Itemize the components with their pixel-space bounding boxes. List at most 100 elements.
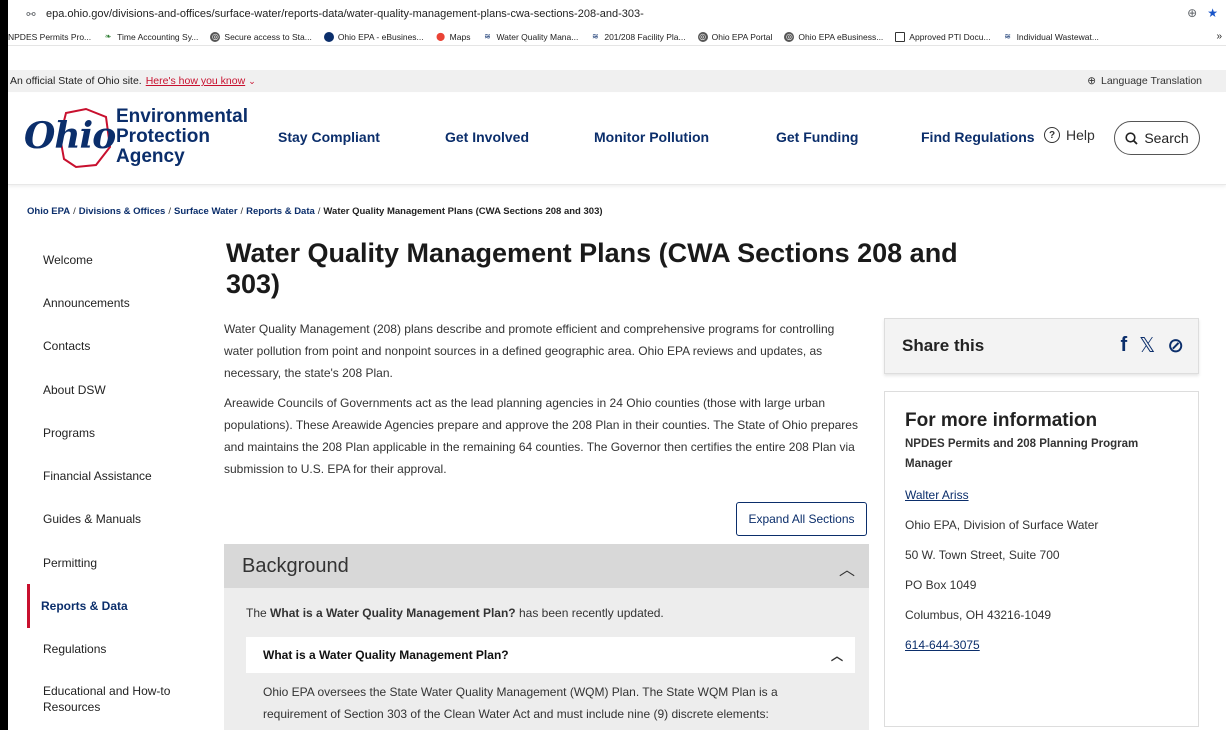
bookmark-label: Ohio EPA - eBusines... (337, 31, 424, 42)
facebook-icon[interactable]: f (1120, 334, 1127, 357)
globe-icon: ◎ (697, 31, 708, 42)
accordion-title: Background (242, 554, 349, 577)
share-icons: f 𝕏 ⊘ (1120, 333, 1184, 358)
url-text[interactable]: epa.ohio.gov/divisions-and-offices/surfa… (46, 8, 644, 20)
x-twitter-icon[interactable]: 𝕏 (1139, 333, 1155, 358)
bookmark-label: Ohio EPA Portal (711, 31, 773, 42)
chevron-down-icon[interactable]: ⌄ (248, 76, 256, 87)
sidebar-item-permitting[interactable]: Permitting (27, 541, 207, 584)
bookmark-item[interactable]: NPDES Permits Pro... (8, 32, 91, 42)
search-button[interactable]: Search (1114, 121, 1200, 155)
expand-all-sections-button[interactable]: Expand All Sections (736, 502, 867, 536)
logo-wordmark: Environmental Protection Agency (116, 107, 248, 167)
breadcrumb-current: Water Quality Management Plans (CWA Sect… (323, 206, 603, 217)
note-prefix: The (246, 606, 267, 620)
sub-accordion-what-is-wqm: What is a Water Quality Management Plan?… (246, 637, 855, 730)
breadcrumb-link[interactable]: Ohio EPA (27, 206, 70, 217)
breadcrumb: Ohio EPA / Divisions & Offices / Surface W… (27, 206, 603, 217)
how-you-know-link[interactable]: Here's how you know (146, 75, 245, 87)
official-site-banner: An official State of Ohio site. Here's h… (8, 70, 1226, 92)
bookmark-label: 201/208 Facility Pla... (604, 31, 686, 42)
breadcrumb-separator: / (317, 206, 321, 217)
sub-accordion-body: Ohio EPA oversees the State Water Qualit… (246, 673, 855, 730)
intro-paragraph: Areawide Councils of Governments act as … (224, 396, 858, 476)
more-bookmarks-button[interactable]: » (1216, 31, 1222, 42)
background-accordion: Background ︿ The What is a Water Quality… (224, 544, 869, 730)
document-icon (895, 31, 906, 42)
bookmark-label: NPDES Permits Pro... (8, 31, 92, 42)
chevron-up-icon[interactable]: ︿ (831, 647, 843, 664)
language-translation-button[interactable]: ⊕ Language Translation (1087, 75, 1202, 87)
help-button[interactable]: ? Help (1044, 127, 1095, 143)
nav-find-regulations[interactable]: Find Regulations (921, 129, 1035, 145)
bookmark-item[interactable]: ≋ 201/208 Facility Pla... (590, 31, 686, 42)
bookmark-label: Water Quality Mana... (496, 31, 579, 42)
bookmark-label: Individual Wastewat... (1016, 31, 1099, 42)
water-icon: ≋ (484, 31, 491, 41)
nav-get-funding[interactable]: Get Funding (776, 129, 858, 145)
map-pin-icon: ⬤ (436, 31, 446, 41)
bookmark-item[interactable]: ≋ Individual Wastewat... (1003, 32, 1099, 42)
link-icon[interactable]: ⊘ (1167, 333, 1184, 358)
bookmark-item[interactable]: Ohio EPA - eBusines... (323, 31, 424, 42)
intro-text: Water Quality Management (208) plans des… (224, 318, 864, 488)
share-panel: Share this f 𝕏 ⊘ (884, 318, 1199, 374)
breadcrumb-link[interactable]: Reports & Data (246, 206, 315, 217)
sidebar-item-contacts[interactable]: Contacts (27, 325, 207, 368)
bookmark-label: Approved PTI Docu... (909, 31, 991, 42)
bookmark-label: Secure access to Sta... (224, 31, 312, 42)
chevron-up-icon[interactable]: ︿ (839, 556, 855, 580)
breadcrumb-separator: / (73, 206, 76, 217)
sidebar-item-reports-data[interactable]: Reports & Data (27, 584, 207, 628)
info-subtitle: NPDES Permits and 208 Planning Program M… (905, 438, 1139, 470)
intro-paragraph: Water Quality Management (208) plans des… (224, 322, 835, 380)
sub-accordion-title: What is a Water Quality Management Plan? (263, 648, 509, 662)
sidebar-item-educational-resources[interactable]: Educational and How-to Resources (27, 671, 207, 726)
bookmark-item[interactable]: ❧ Time Accounting Sy... (103, 31, 199, 42)
water-icon: ≋ (1004, 31, 1011, 41)
sidebar-item-programs[interactable]: Programs (27, 411, 207, 454)
contact-name-link[interactable]: Walter Ariss (905, 486, 1178, 504)
globe-icon: ◎ (210, 31, 221, 42)
bookmark-label: Time Accounting Sy... (117, 31, 199, 42)
sidebar-item-welcome[interactable]: Welcome (27, 238, 207, 281)
breadcrumb-separator: / (168, 206, 171, 217)
globe-icon: ◎ (784, 31, 795, 42)
breadcrumb-link[interactable]: Divisions & Offices (79, 206, 166, 217)
language-translation-label: Language Translation (1101, 75, 1202, 87)
bookmark-item[interactable]: ◎ Secure access to Sta... (210, 31, 312, 42)
sidebar-item-about-dsw[interactable]: About DSW (27, 368, 207, 411)
info-title: For more information (905, 410, 1098, 431)
nav-stay-compliant[interactable]: Stay Compliant (278, 129, 380, 145)
help-label: Help (1066, 127, 1095, 143)
globe-icon: ⊕ (1087, 75, 1096, 87)
bookmark-item[interactable]: Approved PTI Docu... (895, 31, 991, 42)
sidebar-item-announcements[interactable]: Announcements (27, 281, 207, 324)
bookmark-star-icon[interactable]: ★ (1207, 6, 1218, 20)
contact-city: Columbus, OH 43216-1049 (905, 608, 1052, 622)
breadcrumb-link[interactable]: Surface Water (174, 206, 238, 217)
bookmark-item[interactable]: ≋ Water Quality Mana... (482, 32, 578, 42)
bookmark-item[interactable]: ◎ Ohio EPA eBusiness... (784, 31, 883, 42)
site-info-icon[interactable]: ⚯ (24, 7, 38, 21)
ohio-epa-logo[interactable]: Ohio Environmental Protection Agency (24, 107, 254, 169)
sidebar-item-regulations[interactable]: Regulations (27, 628, 207, 671)
water-icon: ≋ (591, 31, 599, 41)
bookmark-item[interactable]: ⬤ Maps (436, 31, 471, 42)
sub-accordion-header[interactable]: What is a Water Quality Management Plan?… (246, 637, 855, 673)
nav-monitor-pollution[interactable]: Monitor Pollution (594, 129, 709, 145)
page-title: Water Quality Management Plans (CWA Sect… (226, 238, 958, 299)
nav-get-involved[interactable]: Get Involved (445, 129, 529, 145)
breadcrumb-separator: / (240, 206, 244, 217)
accordion-header-background[interactable]: Background ︿ (224, 544, 869, 588)
address-bar[interactable]: ⚯ epa.ohio.gov/divisions-and-offices/sur… (8, 0, 1226, 28)
contact-phone-link[interactable]: 614-644-3075 (905, 636, 1178, 654)
search-icon (1125, 131, 1138, 145)
logo-line: Protection (116, 126, 210, 147)
sidebar-item-financial-assistance[interactable]: Financial Assistance (27, 454, 207, 497)
sidebar-item-guides-manuals[interactable]: Guides & Manuals (27, 498, 207, 541)
bookmark-label: Maps (449, 31, 471, 42)
zoom-icon[interactable]: ⊕ (1187, 6, 1197, 20)
bookmark-item[interactable]: ◎ Ohio EPA Portal (697, 31, 773, 42)
bookmarks-bar: NPDES Permits Pro... ❧ Time Accounting Sy… (8, 28, 1226, 46)
